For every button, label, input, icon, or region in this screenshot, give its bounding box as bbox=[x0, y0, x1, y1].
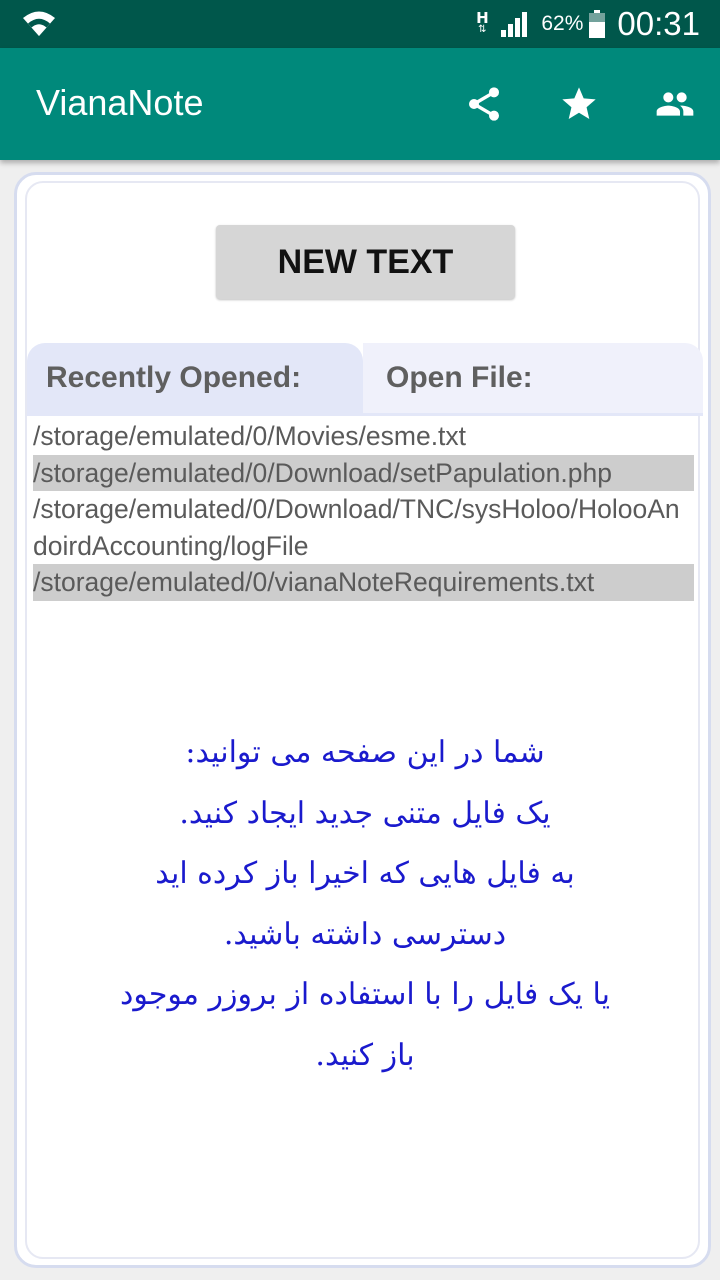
status-indicators: H ⇅ 62% 00:31 bbox=[475, 0, 700, 48]
new-text-button[interactable]: NEW TEXT bbox=[216, 225, 515, 299]
people-icon bbox=[656, 92, 694, 116]
file-tabs: Recently Opened: Open File: bbox=[27, 343, 703, 413]
status-bar: H ⇅ 62% 00:31 bbox=[0, 0, 720, 48]
battery-percent: 62% bbox=[541, 12, 584, 35]
signal-icon bbox=[501, 12, 528, 37]
wifi-icon bbox=[23, 11, 55, 36]
recent-file-item[interactable]: /storage/emulated/0/Movies/esme.txt bbox=[33, 418, 694, 455]
help-line: باز کنید. bbox=[315, 1037, 415, 1073]
app-bar: VianaNote bbox=[0, 48, 720, 160]
tab-divider bbox=[27, 413, 703, 416]
tab-recently-opened[interactable]: Recently Opened: bbox=[27, 343, 363, 413]
people-button[interactable] bbox=[653, 82, 697, 126]
recent-file-item[interactable]: /storage/emulated/0/vianaNoteRequirement… bbox=[33, 564, 694, 601]
app-title: VianaNote bbox=[36, 82, 204, 123]
help-text: شما در این صفحه می توانید: یک فایل متنی … bbox=[27, 723, 703, 1086]
clock: 00:31 bbox=[617, 5, 700, 42]
share-button[interactable] bbox=[462, 82, 506, 126]
help-line: دسترسی داشته باشید. bbox=[223, 916, 507, 952]
help-line: به فایل هایی که اخیرا باز کرده اید bbox=[155, 856, 575, 891]
recent-files-list: /storage/emulated/0/Movies/esme.txt /sto… bbox=[33, 418, 694, 601]
battery-icon bbox=[589, 10, 606, 38]
share-icon bbox=[469, 87, 499, 121]
favorite-button[interactable] bbox=[557, 82, 601, 126]
help-line: یک فایل متنی جدید ایجاد کنید. bbox=[179, 795, 551, 831]
help-line: شما در این صفحه می توانید: bbox=[185, 735, 545, 770]
star-icon bbox=[562, 87, 596, 119]
recent-file-item[interactable]: /storage/emulated/0/Download/setPapulati… bbox=[33, 454, 694, 491]
tab-open-file[interactable]: Open File: bbox=[363, 343, 703, 413]
help-line: یا یک فایل را با استفاده از بروزر موجود bbox=[120, 977, 610, 1012]
recent-file-item[interactable]: /storage/emulated/0/Download/TNC/sysHolo… bbox=[33, 491, 694, 564]
main-card: NEW TEXT Recently Opened: Open File: /st… bbox=[14, 172, 711, 1268]
network-type-indicator: H ⇅ bbox=[475, 11, 489, 36]
